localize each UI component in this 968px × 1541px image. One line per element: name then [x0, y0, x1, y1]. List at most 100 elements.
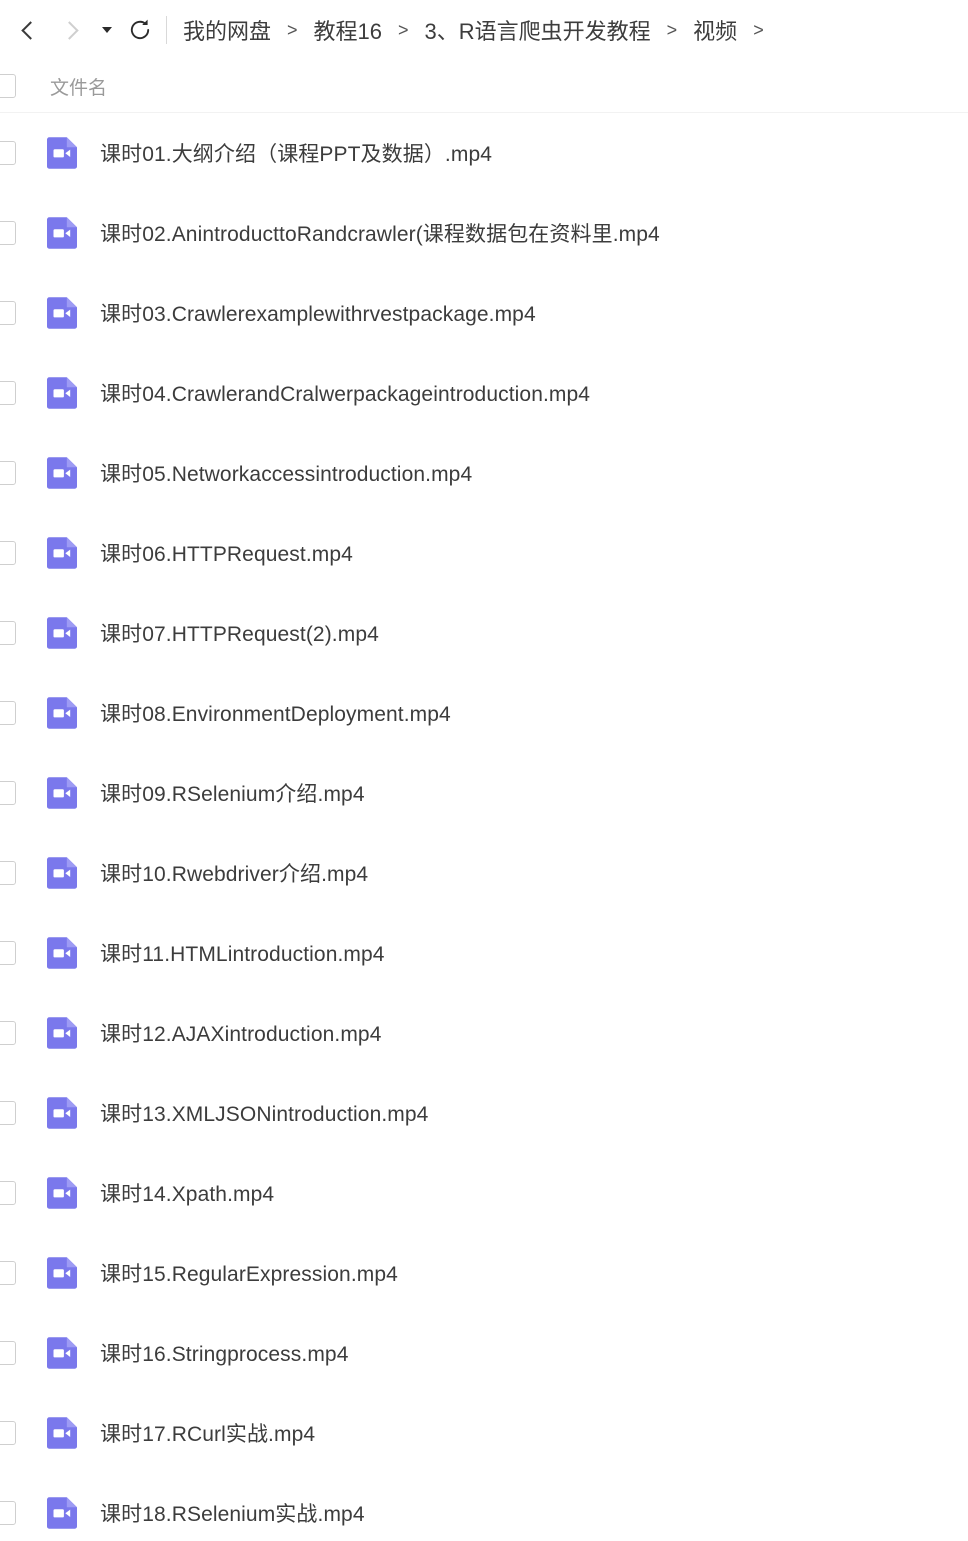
file-name[interactable]: 课时05.Networkaccessintroduction.mp4	[100, 458, 472, 488]
file-name[interactable]: 课时17.RCurl实战.mp4	[100, 1418, 315, 1448]
video-file-icon	[47, 777, 77, 809]
forward-button[interactable]	[50, 8, 94, 52]
video-file-icon	[47, 217, 77, 249]
file-name[interactable]: 课时13.XMLJSONintroduction.mp4	[100, 1098, 428, 1128]
table-row[interactable]: 课时11.HTMLintroduction.mp4	[0, 913, 968, 993]
select-all-checkbox-cell[interactable]	[0, 74, 42, 98]
file-name[interactable]: 课时14.Xpath.mp4	[100, 1178, 274, 1208]
table-row[interactable]: 课时02.AnintroducttoRandcrawler(课程数据包在资料里.…	[0, 193, 968, 273]
file-icon-cell	[42, 855, 100, 891]
row-checkbox[interactable]	[0, 1261, 16, 1285]
breadcrumb-item-tutorial16[interactable]: 教程16	[312, 12, 384, 48]
file-icon-cell	[42, 1415, 100, 1451]
row-checkbox[interactable]	[0, 1501, 16, 1525]
row-checkbox[interactable]	[0, 781, 16, 805]
table-row[interactable]: 课时09.RSelenium介绍.mp4	[0, 753, 968, 833]
file-name[interactable]: 课时02.AnintroducttoRandcrawler(课程数据包在资料里.…	[100, 218, 660, 248]
row-checkbox[interactable]	[0, 1021, 16, 1045]
row-checkbox-cell[interactable]	[0, 1501, 42, 1525]
row-checkbox[interactable]	[0, 861, 16, 885]
table-row[interactable]: 课时16.Stringprocess.mp4	[0, 1313, 968, 1393]
file-name[interactable]: 课时11.HTMLintroduction.mp4	[100, 938, 385, 968]
breadcrumb-item-root[interactable]: 我的网盘	[181, 12, 273, 48]
row-checkbox-cell[interactable]	[0, 221, 42, 245]
file-name[interactable]: 课时10.Rwebdriver介绍.mp4	[100, 858, 368, 888]
row-checkbox[interactable]	[0, 141, 16, 165]
file-name[interactable]: 课时12.AJAXintroduction.mp4	[100, 1018, 381, 1048]
back-button[interactable]	[6, 8, 50, 52]
table-row[interactable]: 课时12.AJAXintroduction.mp4	[0, 993, 968, 1073]
table-row[interactable]: 课时15.RegularExpression.mp4	[0, 1233, 968, 1313]
history-dropdown-button[interactable]	[94, 8, 120, 52]
file-icon-cell	[42, 615, 100, 651]
table-row[interactable]: 课时05.Networkaccessintroduction.mp4	[0, 433, 968, 513]
video-file-icon	[47, 617, 77, 649]
row-checkbox[interactable]	[0, 541, 16, 565]
file-name[interactable]: 课时07.HTTPRequest(2).mp4	[100, 618, 379, 648]
file-name[interactable]: 课时18.RSelenium实战.mp4	[100, 1498, 365, 1528]
file-name[interactable]: 课时16.Stringprocess.mp4	[100, 1338, 348, 1368]
video-file-icon	[47, 1337, 77, 1369]
table-row[interactable]: 课时14.Xpath.mp4	[0, 1153, 968, 1233]
row-checkbox-cell[interactable]	[0, 1341, 42, 1365]
column-header-filename: 文件名	[50, 77, 108, 99]
breadcrumb-item-r-crawler-course[interactable]: 3、R语言爬虫开发教程	[423, 12, 653, 48]
row-checkbox[interactable]	[0, 1421, 16, 1445]
row-checkbox[interactable]	[0, 221, 16, 245]
row-checkbox-cell[interactable]	[0, 1181, 42, 1205]
video-file-icon	[47, 457, 77, 489]
row-checkbox-cell[interactable]	[0, 861, 42, 885]
row-checkbox-cell[interactable]	[0, 1021, 42, 1045]
file-name[interactable]: 课时03.Crawlerexamplewithrvestpackage.mp4	[100, 298, 536, 328]
table-row[interactable]: 课时17.RCurl实战.mp4	[0, 1393, 968, 1473]
row-checkbox[interactable]	[0, 941, 16, 965]
row-checkbox-cell[interactable]	[0, 1421, 42, 1445]
row-checkbox[interactable]	[0, 701, 16, 725]
row-checkbox-cell[interactable]	[0, 941, 42, 965]
row-checkbox-cell[interactable]	[0, 381, 42, 405]
breadcrumb-item-video[interactable]: 视频	[691, 12, 739, 48]
row-checkbox[interactable]	[0, 301, 16, 325]
row-checkbox-cell[interactable]	[0, 541, 42, 565]
file-icon-cell	[42, 1255, 100, 1291]
video-file-icon	[47, 857, 77, 889]
table-row[interactable]: 课时13.XMLJSONintroduction.mp4	[0, 1073, 968, 1153]
refresh-icon	[130, 19, 150, 40]
table-row[interactable]: 课时04.CrawlerandCralwerpackageintroductio…	[0, 353, 968, 433]
file-name[interactable]: 课时08.EnvironmentDeployment.mp4	[100, 698, 451, 728]
breadcrumb-separator: >	[398, 19, 409, 40]
breadcrumb-separator: >	[666, 19, 678, 40]
file-name[interactable]: 课时06.HTTPRequest.mp4	[100, 538, 353, 568]
row-checkbox[interactable]	[0, 1341, 16, 1365]
video-file-icon	[47, 1177, 77, 1209]
row-checkbox-cell[interactable]	[0, 701, 42, 725]
row-checkbox-cell[interactable]	[0, 141, 42, 165]
caret-down-icon	[102, 27, 112, 33]
table-row[interactable]: 课时01.大纲介绍（课程PPT及数据）.mp4	[0, 113, 968, 193]
row-checkbox-cell[interactable]	[0, 1261, 42, 1285]
table-row[interactable]: 课时08.EnvironmentDeployment.mp4	[0, 673, 968, 753]
file-name[interactable]: 课时09.RSelenium介绍.mp4	[100, 778, 365, 808]
row-checkbox[interactable]	[0, 1181, 16, 1205]
select-all-checkbox[interactable]	[0, 74, 16, 98]
table-row[interactable]: 课时07.HTTPRequest(2).mp4	[0, 593, 968, 673]
row-checkbox[interactable]	[0, 621, 16, 645]
toolbar-divider	[166, 16, 167, 44]
chevron-left-icon	[21, 20, 40, 40]
table-row[interactable]: 课时10.Rwebdriver介绍.mp4	[0, 833, 968, 913]
refresh-button[interactable]	[120, 8, 160, 52]
row-checkbox[interactable]	[0, 461, 16, 485]
row-checkbox-cell[interactable]	[0, 621, 42, 645]
file-name[interactable]: 课时15.RegularExpression.mp4	[100, 1258, 398, 1288]
row-checkbox-cell[interactable]	[0, 1101, 42, 1125]
row-checkbox-cell[interactable]	[0, 301, 42, 325]
table-row[interactable]: 课时03.Crawlerexamplewithrvestpackage.mp4	[0, 273, 968, 353]
row-checkbox[interactable]	[0, 381, 16, 405]
row-checkbox-cell[interactable]	[0, 461, 42, 485]
file-name[interactable]: 课时04.CrawlerandCralwerpackageintroductio…	[100, 378, 590, 408]
row-checkbox-cell[interactable]	[0, 781, 42, 805]
file-name[interactable]: 课时01.大纲介绍（课程PPT及数据）.mp4	[100, 138, 492, 168]
table-row[interactable]: 课时18.RSelenium实战.mp4	[0, 1473, 968, 1541]
row-checkbox[interactable]	[0, 1101, 16, 1125]
table-row[interactable]: 课时06.HTTPRequest.mp4	[0, 513, 968, 593]
